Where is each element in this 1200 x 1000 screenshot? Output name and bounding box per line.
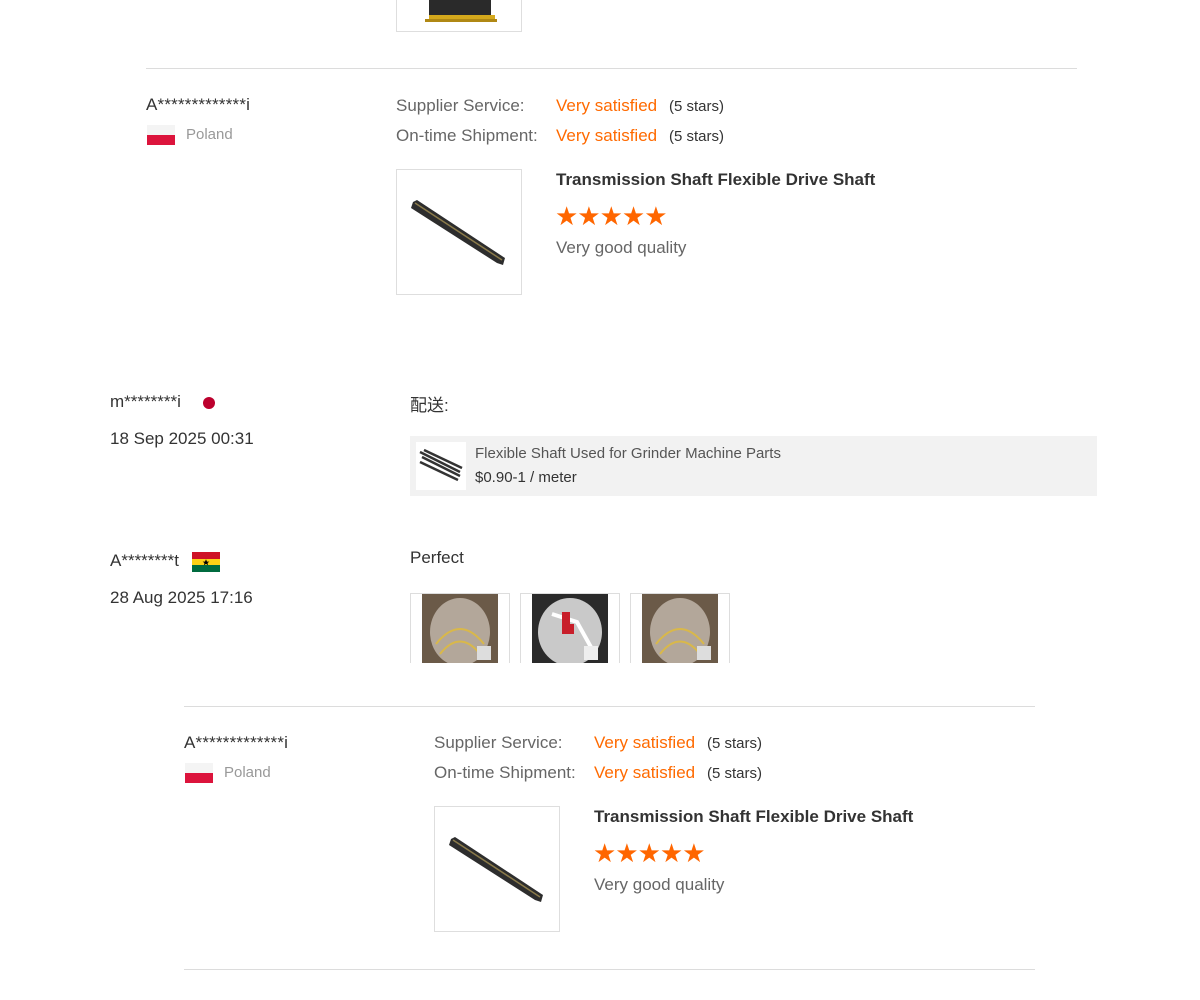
product-thumbnail-partial[interactable]: [396, 0, 522, 32]
shipment-rating: Very satisfied: [594, 763, 696, 782]
reviewer-country: Poland: [186, 126, 233, 143]
product-image: [425, 0, 497, 22]
drive-shaft-image: [411, 200, 505, 265]
drive-shaft-image: [449, 837, 543, 902]
product-thumbnail[interactable]: [396, 169, 522, 295]
review-photo[interactable]: [630, 593, 730, 663]
divider: [184, 706, 1035, 707]
reviewer-name: A*************i: [184, 733, 289, 752]
review-text: Perfect: [410, 548, 464, 567]
reviewer-name: A********t: [110, 551, 179, 570]
review-date: 28 Aug 2025 17:16: [110, 588, 253, 607]
review-photo[interactable]: [520, 593, 620, 663]
reviewer-name: A*************i: [146, 95, 251, 114]
product-card[interactable]: Flexible Shaft Used for Grinder Machine …: [410, 436, 1097, 496]
shipment-rating: Very satisfied: [556, 126, 658, 145]
star-rating-icon: ★★★★★: [593, 838, 706, 868]
supplier-service-stars: (5 stars): [669, 98, 725, 115]
product-thumbnail[interactable]: [434, 806, 560, 932]
review-comment: Very good quality: [594, 875, 725, 894]
review-photo[interactable]: [410, 593, 510, 663]
review-text: 配送:: [410, 396, 449, 415]
reviewer-country: Poland: [224, 764, 271, 781]
shipment-label: On-time Shipment:: [396, 126, 538, 145]
supplier-service-stars: (5 stars): [707, 735, 763, 752]
product-title[interactable]: Transmission Shaft Flexible Drive Shaft: [556, 170, 875, 190]
review-photo-image: [422, 594, 498, 663]
poland-flag-icon: [147, 125, 175, 145]
poland-flag-icon: [185, 763, 213, 783]
divider: [146, 68, 1077, 69]
product-card-price: $0.90-1 / meter: [475, 469, 577, 486]
flexible-shaft-image: [419, 448, 463, 482]
shipment-label: On-time Shipment:: [434, 763, 576, 782]
supplier-service-label: Supplier Service:: [396, 96, 525, 115]
shipment-stars: (5 stars): [669, 128, 725, 145]
divider: [184, 969, 1035, 970]
review-date: 18 Sep 2025 00:31: [110, 429, 254, 448]
supplier-service-rating: Very satisfied: [594, 733, 696, 752]
product-card-name[interactable]: Flexible Shaft Used for Grinder Machine …: [475, 445, 781, 462]
shipment-stars: (5 stars): [707, 765, 763, 782]
star-rating-icon: ★★★★★: [555, 201, 668, 231]
reviewer-name: m********i: [110, 392, 181, 411]
supplier-service-label: Supplier Service:: [434, 733, 563, 752]
ghana-flag-icon: [192, 552, 220, 572]
product-title[interactable]: Transmission Shaft Flexible Drive Shaft: [594, 807, 913, 827]
review-photo-image: [642, 594, 718, 663]
review-comment: Very good quality: [556, 238, 687, 257]
japan-flag-icon: [203, 397, 215, 409]
supplier-service-rating: Very satisfied: [556, 96, 658, 115]
product-card-thumbnail: [416, 442, 466, 490]
review-photo-image: [532, 594, 608, 663]
